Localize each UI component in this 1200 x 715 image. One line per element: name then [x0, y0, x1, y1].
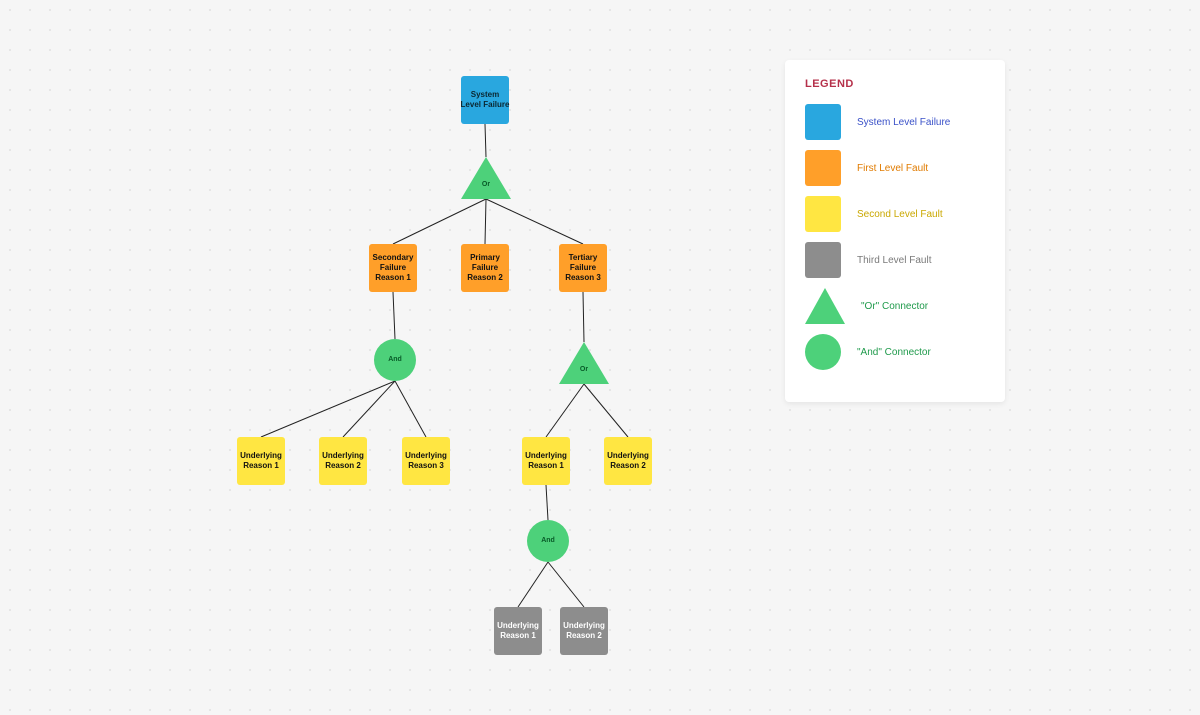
node-secondary-failure-1[interactable]: Secondary Failure Reason 1: [369, 244, 417, 292]
node-third-1[interactable]: Underlying Reason 1: [494, 607, 542, 655]
circle-icon: [805, 334, 841, 370]
triangle-icon: [559, 342, 609, 384]
legend-item-third: Third Level Fault: [805, 242, 985, 278]
node-underlying-a1[interactable]: Underlying Reason 1: [237, 437, 285, 485]
legend-label: "Or" Connector: [861, 301, 928, 312]
node-underlying-b2[interactable]: Underlying Reason 2: [604, 437, 652, 485]
legend-label: "And" Connector: [857, 347, 931, 358]
node-system-level-failure[interactable]: System Level Failure: [461, 76, 509, 124]
node-underlying-a3[interactable]: Underlying Reason 3: [402, 437, 450, 485]
or-connector-2[interactable]: Or: [559, 342, 609, 382]
or-connector-1[interactable]: Or: [461, 157, 511, 197]
legend-label: System Level Failure: [857, 117, 950, 128]
swatch-yellow: [805, 196, 841, 232]
legend-panel: LEGEND System Level Failure First Level …: [785, 60, 1005, 402]
legend-item-and: "And" Connector: [805, 334, 985, 370]
legend-label: First Level Fault: [857, 163, 928, 174]
node-underlying-b1[interactable]: Underlying Reason 1: [522, 437, 570, 485]
legend-title: LEGEND: [805, 78, 985, 90]
legend-item-system: System Level Failure: [805, 104, 985, 140]
swatch-gray: [805, 242, 841, 278]
node-tertiary-failure-3[interactable]: Tertiary Failure Reason 3: [559, 244, 607, 292]
legend-item-first: First Level Fault: [805, 150, 985, 186]
legend-item-or: "Or" Connector: [805, 288, 985, 324]
node-underlying-a2[interactable]: Underlying Reason 2: [319, 437, 367, 485]
node-primary-failure-2[interactable]: Primary Failure Reason 2: [461, 244, 509, 292]
legend-label: Second Level Fault: [857, 209, 943, 220]
node-third-2[interactable]: Underlying Reason 2: [560, 607, 608, 655]
triangle-icon: [461, 157, 511, 199]
or-connector-label: Or: [559, 366, 609, 375]
swatch-blue: [805, 104, 841, 140]
legend-label: Third Level Fault: [857, 255, 931, 266]
legend-item-second: Second Level Fault: [805, 196, 985, 232]
and-connector-2[interactable]: And: [527, 520, 569, 562]
swatch-orange: [805, 150, 841, 186]
or-connector-label: Or: [461, 181, 511, 190]
and-connector-1[interactable]: And: [374, 339, 416, 381]
triangle-icon: [805, 288, 845, 324]
